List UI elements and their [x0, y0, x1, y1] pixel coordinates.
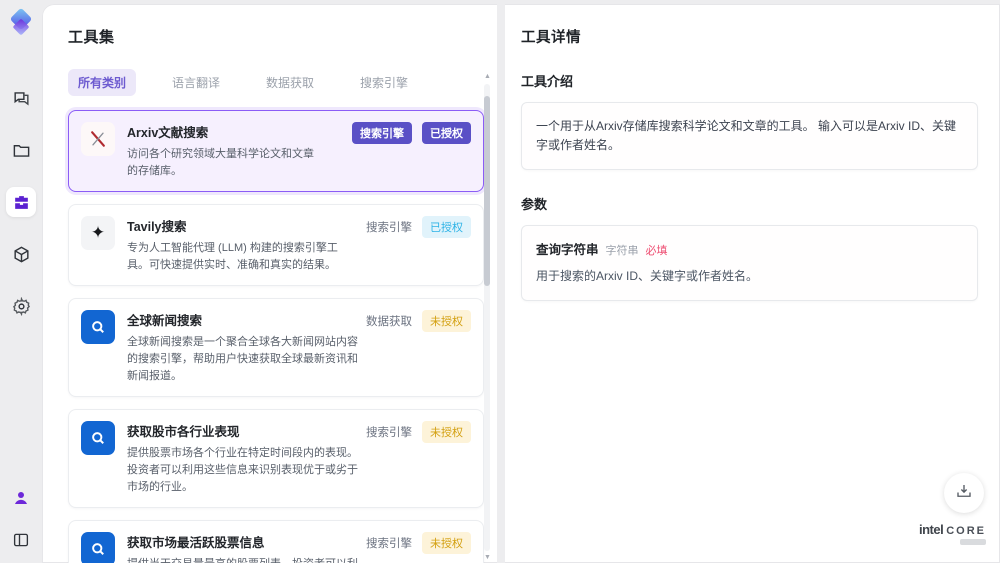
- tool-list: Arxiv文献搜索 访问各个研究领域大量科学论文和文章的存储库。 搜索引擎 已授…: [68, 110, 484, 563]
- category-tabs: 所有类别 语言翻译 数据获取 搜索引擎: [68, 69, 497, 96]
- tool-card-stock-sectors[interactable]: 获取股市各行业表现 提供股票市场各个行业在特定时间段内的表现。投资者可以利用这些…: [68, 409, 484, 509]
- tool-description: 专为人工智能代理 (LLM) 构建的搜索引擎工具。可快速提供实时、准确和真实的结…: [127, 242, 338, 272]
- scroll-up-icon[interactable]: ▲: [484, 73, 491, 80]
- tool-description: 全球新闻搜索是一个聚合全球各大新闻网站内容的搜索引擎，帮助用户快速获取全球最新资…: [127, 336, 358, 383]
- tool-intro-box: 一个用于从Arxiv存储库搜索科学论文和文章的工具。 输入可以是Arxiv ID…: [521, 102, 978, 171]
- params-heading: 参数: [521, 197, 548, 213]
- blue-search-logo-icon: [81, 532, 115, 563]
- tool-card-tavily[interactable]: ✦ Tavily搜索 专为人工智能代理 (LLM) 构建的搜索引擎工具。可快速提…: [68, 204, 484, 287]
- left-sidebar: [0, 0, 42, 563]
- category-label: 搜索引擎: [366, 427, 412, 440]
- auth-status-badge: 未授权: [422, 421, 471, 444]
- toolbox-icon: [12, 193, 31, 212]
- app-logo: [6, 7, 36, 39]
- tool-list-pane: 工具集 所有类别 语言翻译 数据获取 搜索引擎 Arxiv文献搜索 访问各个研究…: [42, 4, 497, 563]
- sidebar-item-models[interactable]: [6, 239, 36, 269]
- panel-toggle-icon: [12, 531, 30, 549]
- tool-name: Tavily搜索: [127, 220, 187, 235]
- tool-description: 访问各个研究领域大量科学论文和文章的存储库。: [127, 148, 314, 178]
- tool-card-arxiv[interactable]: Arxiv文献搜索 访问各个研究领域大量科学论文和文章的存储库。 搜索引擎 已授…: [68, 110, 484, 193]
- tool-name: Arxiv文献搜索: [127, 126, 209, 140]
- auth-status-badge: 未授权: [422, 532, 471, 555]
- tab-all-categories[interactable]: 所有类别: [68, 69, 137, 96]
- tool-description: 提供当天交易量最高的股票列表，投资者可以利用这些信息来识别流动性强的股票和潜在的…: [127, 556, 359, 563]
- scrollbar-thumb[interactable]: [484, 96, 490, 286]
- page-title: 工具集: [68, 29, 115, 46]
- tool-card-active-stocks[interactable]: 获取市场最活跃股票信息 提供当天交易量最高的股票列表，投资者可以利用这些信息来识…: [68, 520, 484, 563]
- blue-search-logo-icon: [81, 421, 115, 456]
- blue-search-logo-icon: [81, 310, 115, 345]
- category-label: 搜索引擎: [366, 222, 412, 235]
- brand-intel: intel: [918, 522, 944, 537]
- list-scrollbar[interactable]: ▲ ▼: [483, 73, 491, 561]
- arxiv-logo-icon: [81, 122, 115, 156]
- chat-icon: [12, 89, 31, 108]
- scroll-down-icon[interactable]: ▼: [484, 554, 491, 561]
- parameter-card: 查询字符串 字符串 必填 用于搜索的Arxiv ID、关键字或作者姓名。: [521, 225, 978, 302]
- main-surface: 工具集 所有类别 语言翻译 数据获取 搜索引擎 Arxiv文献搜索 访问各个研究…: [42, 4, 1000, 563]
- pane-divider: [497, 4, 505, 563]
- param-description: 用于搜索的Arxiv ID、关键字或作者姓名。: [536, 269, 759, 284]
- detail-title: 工具详情: [521, 30, 581, 46]
- brand-core: CORE: [946, 525, 986, 537]
- tab-search-engine[interactable]: 搜索引擎: [350, 69, 418, 96]
- cube-icon: [12, 245, 31, 264]
- sparkle-logo-icon: ✦: [81, 216, 115, 251]
- download-button[interactable]: [944, 473, 984, 513]
- tab-data-fetch[interactable]: 数据获取: [256, 69, 324, 96]
- category-label: 搜索引擎: [366, 538, 412, 551]
- tab-language-translation[interactable]: 语言翻译: [162, 69, 230, 96]
- sidebar-item-account[interactable]: [6, 483, 36, 513]
- brand-sub-mark: [960, 539, 986, 545]
- user-icon: [12, 489, 30, 507]
- param-name: 查询字符串: [536, 243, 599, 258]
- tool-name: 全球新闻搜索: [127, 314, 203, 329]
- folder-icon: [12, 141, 31, 160]
- param-type: 字符串: [605, 245, 639, 258]
- tool-detail-pane: 工具详情 工具介绍 一个用于从Arxiv存储库搜索科学论文和文章的工具。 输入可…: [505, 4, 1000, 563]
- auth-status-badge: 已授权: [422, 216, 471, 239]
- intel-core-logo: intel CORE: [919, 522, 986, 545]
- category-badge: 搜索引擎: [352, 122, 412, 144]
- auth-status-badge: 已授权: [422, 122, 471, 144]
- sidebar-item-settings[interactable]: [6, 291, 36, 321]
- download-icon: [955, 482, 973, 505]
- tool-name: 获取股市各行业表现: [127, 425, 240, 440]
- sidebar-item-chat[interactable]: [6, 83, 36, 113]
- tool-card-global-news[interactable]: 全球新闻搜索 全球新闻搜索是一个聚合全球各大新闻网站内容的搜索引擎，帮助用户快速…: [68, 298, 484, 398]
- sidebar-item-tools[interactable]: [6, 187, 36, 217]
- sidebar-item-collapse[interactable]: [6, 525, 36, 555]
- sidebar-item-files[interactable]: [6, 135, 36, 165]
- param-required-flag: 必填: [645, 245, 668, 258]
- category-label: 数据获取: [366, 316, 412, 329]
- settings-icon: [12, 296, 31, 316]
- tool-name: 获取市场最活跃股票信息: [127, 536, 265, 551]
- intro-heading: 工具介绍: [521, 74, 574, 89]
- tool-description: 提供股票市场各个行业在特定时间段内的表现。投资者可以利用这些信息来识别表现优于或…: [127, 447, 358, 494]
- auth-status-badge: 未授权: [422, 310, 471, 333]
